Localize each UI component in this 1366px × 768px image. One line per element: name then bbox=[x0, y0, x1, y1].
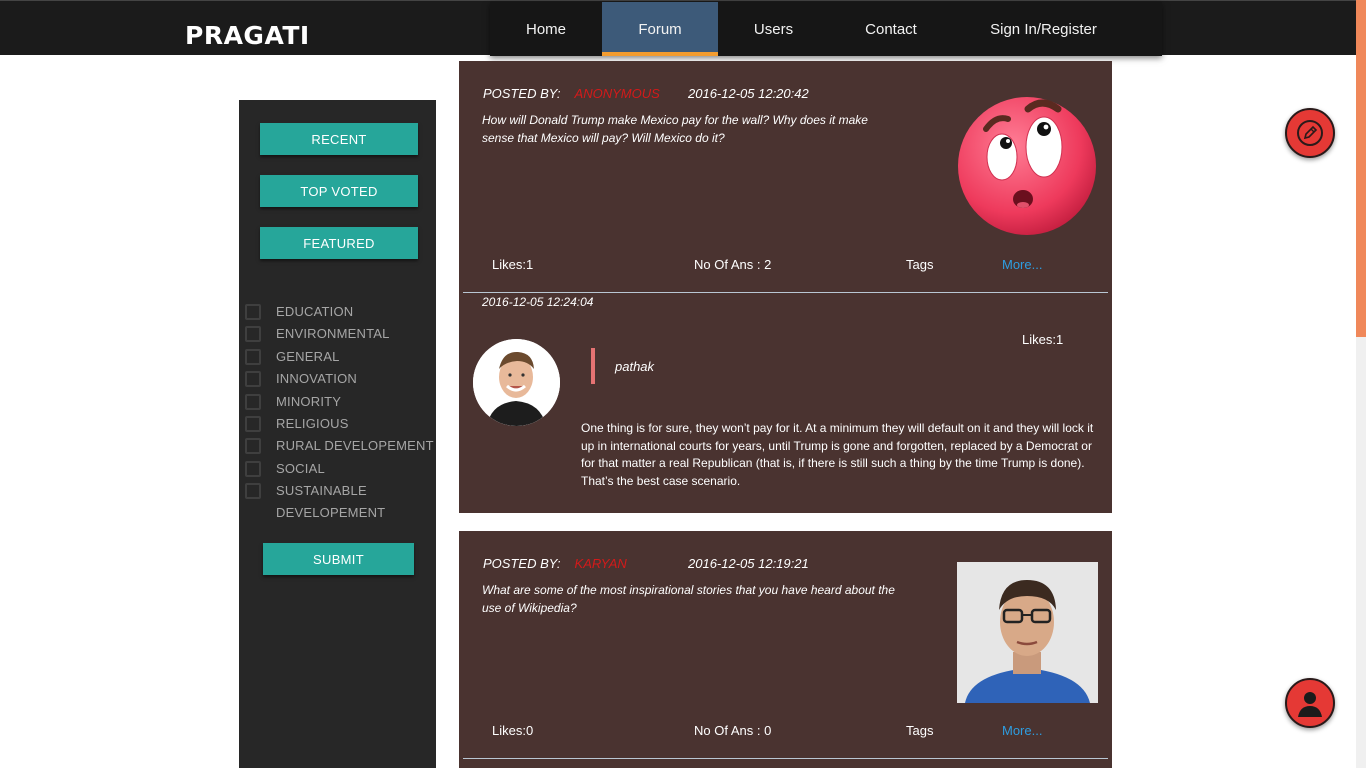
post-tags: Tags bbox=[906, 723, 934, 738]
category-item: EDUCATION bbox=[245, 303, 435, 325]
post-question[interactable]: What are some of the most inspirational … bbox=[482, 582, 902, 617]
nav-contact[interactable]: Contact bbox=[829, 2, 953, 56]
featured-button[interactable]: FEATURED bbox=[260, 227, 418, 259]
surprised-emoji-icon bbox=[958, 97, 1096, 235]
answer-text: One thing is for sure, they won’t pay fo… bbox=[581, 421, 1094, 488]
top-voted-button[interactable]: TOP VOTED bbox=[260, 175, 418, 207]
post-date: 2016-12-05 12:19:21 bbox=[688, 556, 809, 571]
posted-by-label: POSTED BY: bbox=[483, 556, 561, 571]
category-checkbox[interactable] bbox=[245, 348, 261, 365]
category-checkbox[interactable] bbox=[245, 371, 261, 388]
post-tags: Tags bbox=[906, 257, 934, 272]
nav-sign-in-register[interactable]: Sign In/Register bbox=[953, 2, 1134, 56]
quote-marker bbox=[591, 348, 595, 384]
submit-button[interactable]: SUBMIT bbox=[263, 543, 414, 575]
category-label: INNOVATION bbox=[276, 371, 357, 387]
category-checkbox[interactable] bbox=[245, 304, 261, 320]
category-label: RURAL DEVELOPEMENT bbox=[276, 438, 434, 454]
category-checkbox[interactable] bbox=[245, 460, 261, 477]
new-post-button[interactable] bbox=[1285, 108, 1335, 158]
main-nav: Home Forum Users Contact Sign In/Registe… bbox=[490, 2, 1162, 56]
profile-button[interactable] bbox=[1285, 678, 1335, 728]
post-divider bbox=[463, 758, 1108, 759]
answer-avatar[interactable] bbox=[473, 339, 560, 426]
category-item: RURAL DEVELOPEMENT bbox=[245, 437, 435, 459]
scrollbar-thumb[interactable] bbox=[1356, 0, 1366, 337]
nav-forum[interactable]: Forum bbox=[602, 2, 718, 56]
category-checkbox[interactable] bbox=[245, 483, 261, 500]
user-photo-icon bbox=[957, 562, 1098, 703]
pencil-icon bbox=[1297, 120, 1323, 146]
page-scrollbar[interactable] bbox=[1356, 0, 1366, 768]
filter-sidebar: RECENT TOP VOTED FEATURED EDUCATION ENVI… bbox=[239, 100, 436, 768]
user-silhouette-icon bbox=[1298, 692, 1322, 717]
post-meta: POSTED BY: ANONYMOUS bbox=[483, 86, 660, 101]
forum-post: POSTED BY: ANONYMOUS 2016-12-05 12:20:42… bbox=[459, 61, 1112, 513]
category-item: SUSTAINABLE DEVELOPEMENT bbox=[245, 482, 435, 526]
category-checkbox[interactable] bbox=[245, 415, 261, 432]
post-answer-count: No Of Ans : 0 bbox=[694, 723, 772, 738]
category-label: ENVIRONMENTAL bbox=[276, 326, 390, 342]
category-label: MINORITY bbox=[276, 393, 342, 409]
user-avatar-icon bbox=[473, 339, 560, 426]
category-label: RELIGIOUS bbox=[276, 415, 349, 431]
category-checkbox[interactable] bbox=[245, 326, 261, 343]
category-item: ENVIRONMENTAL bbox=[245, 325, 435, 347]
category-label: SUSTAINABLE DEVELOPEMENT bbox=[276, 483, 386, 521]
post-more-link[interactable]: More... bbox=[1002, 723, 1042, 738]
category-label: GENERAL bbox=[276, 348, 340, 364]
nav-users[interactable]: Users bbox=[718, 2, 829, 56]
answer-author[interactable]: pathak bbox=[615, 359, 654, 374]
post-likes: Likes:0 bbox=[492, 723, 534, 738]
recent-button[interactable]: RECENT bbox=[260, 123, 418, 155]
post-meta: POSTED BY: KARYAN bbox=[483, 556, 627, 571]
post-answer-count: No Of Ans : 2 bbox=[694, 257, 772, 272]
post-date: 2016-12-05 12:20:42 bbox=[688, 86, 809, 101]
category-label: EDUCATION bbox=[276, 304, 354, 319]
category-list: EDUCATION ENVIRONMENTAL GENERAL INNOVATI… bbox=[245, 303, 435, 526]
nav-home[interactable]: Home bbox=[490, 2, 602, 56]
post-question[interactable]: How will Donald Trump make Mexico pay fo… bbox=[482, 112, 902, 147]
brand-logo[interactable]: PRAGATI bbox=[185, 21, 310, 50]
answer-likes: Likes:1 bbox=[1022, 332, 1064, 347]
posted-by-label: POSTED BY: bbox=[483, 86, 561, 101]
category-item: RELIGIOUS bbox=[245, 415, 435, 437]
category-checkbox[interactable] bbox=[245, 393, 261, 410]
post-more-link[interactable]: More... bbox=[1002, 257, 1042, 272]
category-item: MINORITY bbox=[245, 393, 435, 415]
user-photo bbox=[957, 562, 1098, 703]
category-item: SOCIAL bbox=[245, 460, 435, 482]
post-divider bbox=[463, 292, 1108, 293]
post-author[interactable]: KARYAN bbox=[575, 556, 627, 571]
forum-post: POSTED BY: KARYAN 2016-12-05 12:19:21 Wh… bbox=[459, 531, 1112, 768]
top-navbar: PRAGATI Home Forum Users Contact Sign In… bbox=[0, 0, 1356, 56]
post-author[interactable]: ANONYMOUS bbox=[575, 86, 660, 101]
category-item: INNOVATION bbox=[245, 370, 435, 392]
category-checkbox[interactable] bbox=[245, 438, 261, 455]
answer-date: 2016-12-05 12:24:04 bbox=[482, 295, 594, 309]
post-likes: Likes:1 bbox=[492, 257, 534, 272]
category-label: SOCIAL bbox=[276, 460, 325, 476]
category-item: GENERAL bbox=[245, 348, 435, 370]
